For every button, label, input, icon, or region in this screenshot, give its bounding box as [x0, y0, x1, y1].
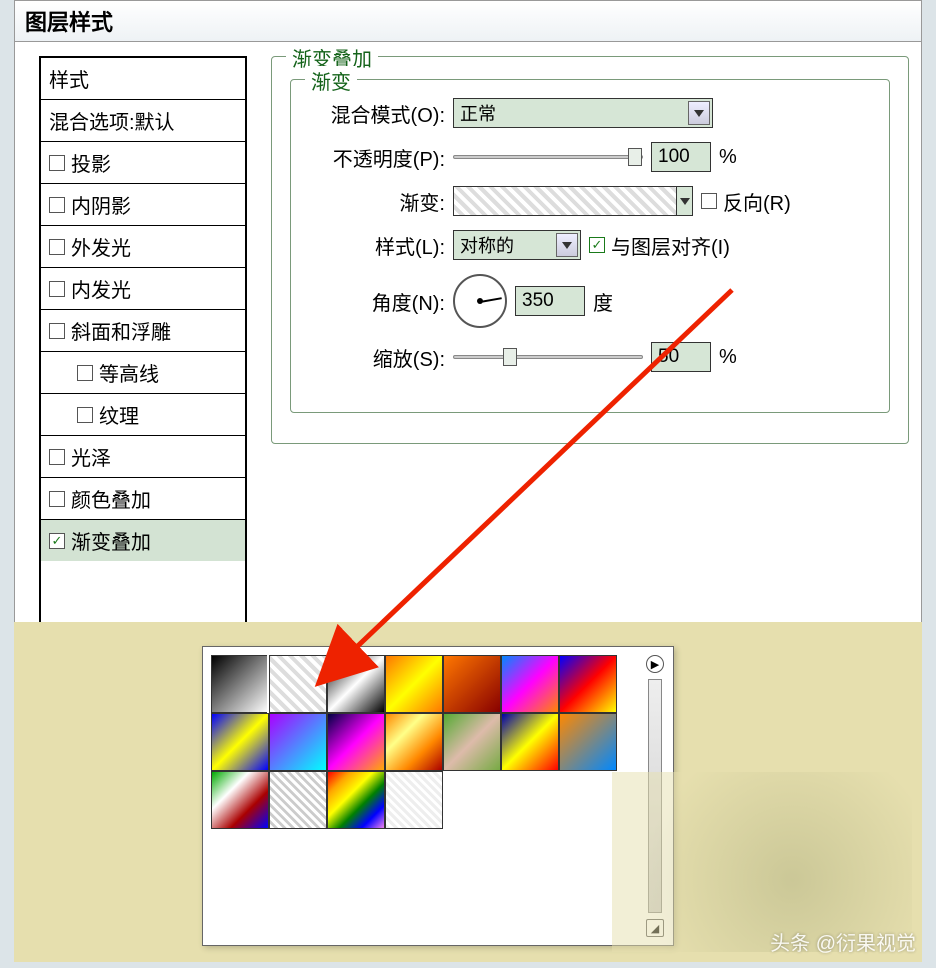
style-row-bevel[interactable]: 斜面和浮雕 [41, 310, 245, 352]
gradient-swatch-item[interactable] [269, 771, 327, 829]
opacity-slider[interactable] [453, 155, 643, 159]
opacity-unit: % [719, 146, 737, 169]
style-row-drop-shadow[interactable]: 投影 [41, 142, 245, 184]
blend-mode-label: 混合模式(O): [305, 99, 445, 128]
checkbox-icon[interactable] [589, 237, 605, 253]
slider-thumb[interactable] [503, 348, 517, 366]
gradient-swatch-item[interactable] [385, 713, 443, 771]
gradient-swatch-grid [211, 655, 665, 829]
checkbox-icon[interactable] [49, 533, 65, 549]
blend-mode-select[interactable]: 正常 [453, 98, 713, 128]
resize-handle-icon[interactable]: ◢ [646, 919, 664, 937]
gradient-swatch-item[interactable] [211, 713, 269, 771]
scrollbar[interactable] [648, 679, 662, 913]
gradient-swatch-item[interactable] [443, 713, 501, 771]
style-row-texture[interactable]: 纹理 [41, 394, 245, 436]
chevron-down-icon[interactable] [556, 233, 578, 257]
style-row-outer-glow[interactable]: 外发光 [41, 226, 245, 268]
gradient-swatch-item[interactable] [269, 655, 327, 713]
gradient-swatch-item[interactable] [327, 655, 385, 713]
align-checkbox[interactable]: 与图层对齐(I) [589, 231, 730, 260]
chevron-down-icon[interactable] [688, 101, 710, 125]
style-label: 斜面和浮雕 [71, 316, 171, 345]
gradient-swatch-item[interactable] [443, 655, 501, 713]
style-label: 内发光 [71, 274, 131, 303]
style-label: 内阴影 [71, 190, 131, 219]
style-row-satin[interactable]: 光泽 [41, 436, 245, 478]
gradient-swatch-item[interactable] [559, 655, 617, 713]
dialog-title: 图层样式 [15, 1, 921, 42]
reverse-checkbox[interactable]: 反向(R) [701, 187, 791, 216]
style-label: 光泽 [71, 442, 111, 471]
gradient-swatch[interactable] [453, 186, 693, 216]
gradient-swatch-item[interactable] [211, 771, 269, 829]
style-row-color-overlay[interactable]: 颜色叠加 [41, 478, 245, 520]
scale-unit: % [719, 346, 737, 369]
chevron-down-icon[interactable] [676, 187, 692, 215]
gradient-swatch-item[interactable] [385, 655, 443, 713]
gradient-swatch-item[interactable] [559, 713, 617, 771]
gradient-picker-backdrop: ▶ ◢ [14, 622, 922, 962]
style-label: 等高线 [99, 358, 159, 387]
gradient-inner-group: 渐变 混合模式(O): 正常 不透明度(P): 100 % [290, 79, 890, 413]
style-row-inner-shadow[interactable]: 内阴影 [41, 184, 245, 226]
scale-label: 缩放(S): [305, 343, 445, 372]
layer-style-dialog: 图层样式 样式 混合选项:默认 投影 内阴影 外发光 内发光 斜面和浮雕 等高线… [14, 0, 922, 627]
style-label2: 样式(L): [305, 231, 445, 260]
style-row-contour[interactable]: 等高线 [41, 352, 245, 394]
style-label: 渐变叠加 [71, 526, 151, 555]
style-value: 对称的 [460, 232, 514, 258]
gradient-swatch-item[interactable] [327, 713, 385, 771]
gradient-swatch-item[interactable] [501, 713, 559, 771]
styles-header[interactable]: 样式 [41, 58, 245, 100]
gradient-swatch-item[interactable] [501, 655, 559, 713]
angle-unit: 度 [593, 287, 613, 316]
gradient-swatch-item[interactable] [211, 655, 269, 713]
scale-slider[interactable] [453, 355, 643, 359]
watermark-text: 头条 @衍果视觉 [770, 927, 916, 956]
style-label: 纹理 [99, 400, 139, 429]
scale-input[interactable]: 50 [651, 342, 711, 372]
style-row-gradient-overlay[interactable]: 渐变叠加 [41, 520, 245, 561]
blend-mode-value: 正常 [460, 100, 496, 126]
gradient-label: 渐变: [305, 187, 445, 216]
blending-options-row[interactable]: 混合选项:默认 [41, 100, 245, 142]
gradient-picker-panel: ▶ ◢ [202, 646, 674, 946]
style-label: 颜色叠加 [71, 484, 151, 513]
gradient-overlay-group: 渐变叠加 渐变 混合模式(O): 正常 不透明度(P): 100 [271, 56, 909, 444]
opacity-input[interactable]: 100 [651, 142, 711, 172]
gradient-swatch-item[interactable] [327, 771, 385, 829]
angle-input[interactable]: 350 [515, 286, 585, 316]
slider-thumb[interactable] [628, 148, 642, 166]
style-row-inner-glow[interactable]: 内发光 [41, 268, 245, 310]
styles-list: 样式 混合选项:默认 投影 内阴影 外发光 内发光 斜面和浮雕 等高线 纹理 光… [39, 56, 247, 626]
flyout-menu-icon[interactable]: ▶ [646, 655, 664, 673]
style-label: 外发光 [71, 232, 131, 261]
gradient-swatch-item[interactable] [269, 713, 327, 771]
gradient-style-select[interactable]: 对称的 [453, 230, 581, 260]
inner-legend: 渐变 [305, 66, 357, 95]
opacity-label: 不透明度(P): [305, 143, 445, 172]
gradient-swatch-item[interactable] [385, 771, 443, 829]
style-label: 投影 [71, 148, 111, 177]
angle-dial[interactable] [453, 274, 507, 328]
angle-label: 角度(N): [305, 287, 445, 316]
